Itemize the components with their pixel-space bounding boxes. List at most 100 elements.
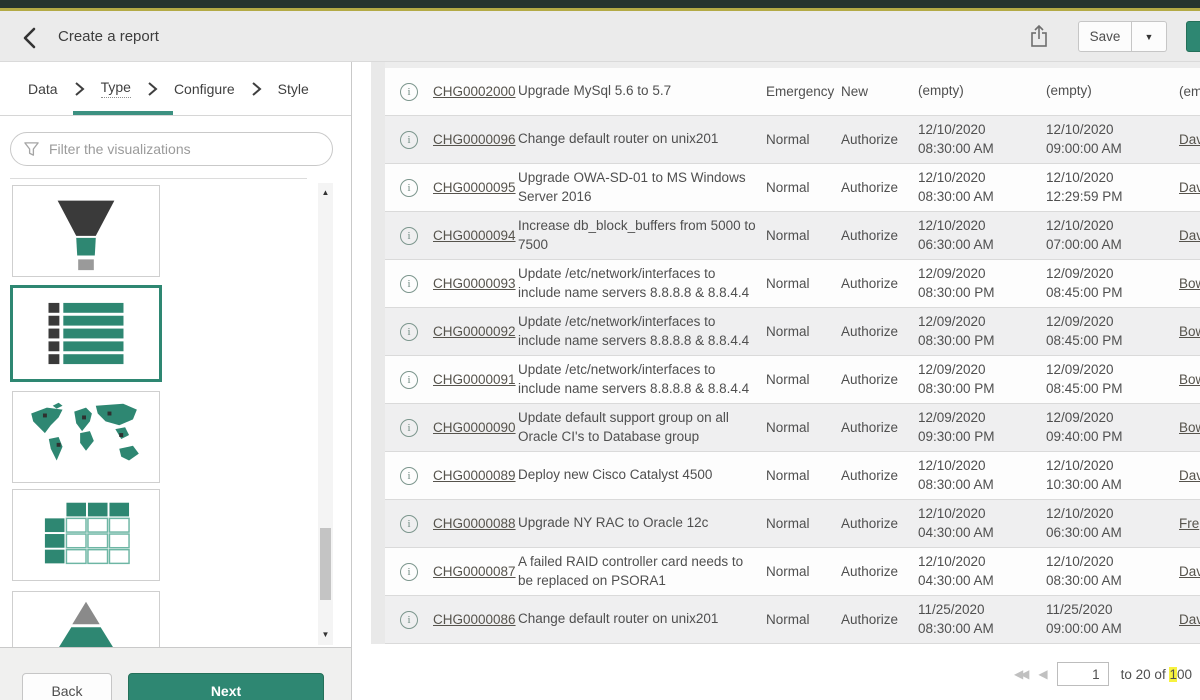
info-icon[interactable]: i	[400, 467, 418, 485]
change-number-link[interactable]: CHG0000087	[433, 564, 516, 579]
first-page-icon[interactable]: ◀◀	[1014, 667, 1026, 681]
planned-end-cell: 12/10/2020 09:00:00 AM	[1046, 121, 1179, 159]
assigned-to-cell[interactable]: Bow	[1179, 324, 1200, 339]
short-description-cell: Change default router on unix201	[518, 610, 766, 629]
pagination-bar: ◀◀ ◀ to 20 of 100	[1014, 660, 1192, 688]
state-cell: Authorize	[841, 324, 918, 339]
short-description-cell: Update default support group on all Orac…	[518, 409, 766, 447]
back-button[interactable]: Back	[22, 673, 112, 700]
state-cell: Authorize	[841, 612, 918, 627]
breadcrumb-step-type[interactable]: Type	[101, 79, 131, 98]
planned-end-cell: 12/09/2020 09:40:00 PM	[1046, 409, 1179, 447]
change-number-link[interactable]: CHG0000090	[433, 420, 516, 435]
priority-cell: Normal	[766, 468, 841, 483]
active-step-underline	[73, 111, 173, 115]
priority-cell: Normal	[766, 516, 841, 531]
change-number-link[interactable]: CHG0000089	[433, 468, 516, 483]
table-row: i CHG0000089 Deploy new Cisco Catalyst 4…	[385, 452, 1200, 500]
info-icon[interactable]: i	[400, 131, 418, 149]
table-row: i CHG0000086 Change default router on un…	[385, 596, 1200, 644]
viz-type-map[interactable]	[12, 391, 160, 483]
info-icon[interactable]: i	[400, 611, 418, 629]
wizard-breadcrumb: Data Type Configure Style	[0, 62, 351, 116]
info-icon[interactable]: i	[400, 563, 418, 581]
change-number-link[interactable]: CHG0000092	[433, 324, 516, 339]
change-number-link[interactable]: CHG0000094	[433, 228, 516, 243]
priority-cell: Normal	[766, 372, 841, 387]
save-split-button: Save ▼	[1078, 21, 1167, 52]
scrollbar-thumb[interactable]	[320, 528, 331, 600]
info-icon[interactable]: i	[400, 515, 418, 533]
back-chevron-icon[interactable]	[18, 25, 44, 51]
viz-list-scrollbar[interactable]: ▲ ▼	[318, 183, 333, 645]
info-icon[interactable]: i	[400, 323, 418, 341]
change-number-link[interactable]: CHG0002000	[433, 84, 516, 99]
info-icon[interactable]: i	[400, 275, 418, 293]
next-button[interactable]: Next	[128, 673, 324, 700]
planned-start-cell: 12/09/2020 09:30:00 PM	[918, 409, 1046, 447]
state-cell: Authorize	[841, 468, 918, 483]
table-row: i CHG0000096 Change default router on un…	[385, 116, 1200, 164]
viz-type-table[interactable]	[12, 489, 160, 581]
breadcrumb-step-configure[interactable]: Configure	[174, 81, 235, 97]
short-description-cell: Upgrade NY RAC to Oracle 12c	[518, 514, 766, 533]
report-preview-table: i CHG0002000 Upgrade MySql 5.6 to 5.7 Em…	[352, 62, 1200, 700]
browser-top-strip	[0, 0, 1200, 11]
assigned-to-cell: (em	[1179, 84, 1200, 99]
table-row: i CHG0000091 Update /etc/network/interfa…	[385, 356, 1200, 404]
state-cell: Authorize	[841, 132, 918, 147]
save-button[interactable]: Save	[1078, 21, 1132, 52]
planned-end-cell: 12/10/2020 12:29:59 PM	[1046, 169, 1179, 207]
assigned-to-cell[interactable]: Dav	[1179, 132, 1200, 147]
highlighted-digit: 1	[1169, 667, 1177, 682]
breadcrumb-step-style[interactable]: Style	[278, 81, 309, 97]
page-number-input[interactable]	[1057, 662, 1109, 686]
planned-end-cell: 12/10/2020 10:30:00 AM	[1046, 457, 1179, 495]
priority-cell: Normal	[766, 564, 841, 579]
table-row: i CHG0000087 A failed RAID controller ca…	[385, 548, 1200, 596]
state-cell: Authorize	[841, 420, 918, 435]
change-number-link[interactable]: CHG0000086	[433, 612, 516, 627]
breadcrumb-step-data[interactable]: Data	[28, 81, 58, 97]
info-icon[interactable]: i	[400, 83, 418, 101]
visualization-filter-box	[10, 132, 333, 166]
previous-page-icon[interactable]: ◀	[1038, 667, 1044, 681]
assigned-to-cell[interactable]: Dav	[1179, 468, 1200, 483]
assigned-to-cell[interactable]: Dav	[1179, 612, 1200, 627]
state-cell: Authorize	[841, 228, 918, 243]
planned-end-cell: (empty)	[1046, 82, 1179, 101]
change-number-link[interactable]: CHG0000091	[433, 372, 516, 387]
table-rows-container: i CHG0002000 Upgrade MySql 5.6 to 5.7 Em…	[385, 68, 1200, 644]
info-icon[interactable]: i	[400, 371, 418, 389]
planned-start-cell: 12/10/2020 06:30:00 AM	[918, 217, 1046, 255]
run-button-partial[interactable]	[1186, 21, 1200, 52]
info-icon[interactable]: i	[400, 179, 418, 197]
change-number-link[interactable]: CHG0000093	[433, 276, 516, 291]
viz-type-list-selected[interactable]	[10, 285, 162, 382]
info-icon[interactable]: i	[400, 419, 418, 437]
viz-type-funnel[interactable]	[12, 185, 160, 277]
planned-start-cell: 12/09/2020 08:30:00 PM	[918, 313, 1046, 351]
share-export-icon[interactable]	[1026, 23, 1052, 51]
assigned-to-cell[interactable]: Bow	[1179, 420, 1200, 435]
change-number-link[interactable]: CHG0000088	[433, 516, 516, 531]
change-number-link[interactable]: CHG0000096	[433, 132, 516, 147]
scroll-down-icon[interactable]: ▼	[318, 627, 333, 643]
priority-cell: Normal	[766, 180, 841, 195]
state-cell: Authorize	[841, 180, 918, 195]
filter-visualizations-input[interactable]	[49, 141, 332, 157]
assigned-to-cell[interactable]: Dav	[1179, 228, 1200, 243]
assigned-to-cell[interactable]: Bow	[1179, 372, 1200, 387]
report-designer-sidebar: Data Type Configure Style	[0, 62, 352, 700]
short-description-cell: Increase db_block_buffers from 5000 to 7…	[518, 217, 766, 255]
list-divider	[10, 178, 307, 179]
assigned-to-cell[interactable]: Dav	[1179, 564, 1200, 579]
info-icon[interactable]: i	[400, 227, 418, 245]
table-row: i CHG0000094 Increase db_block_buffers f…	[385, 212, 1200, 260]
scroll-up-icon[interactable]: ▲	[318, 185, 333, 201]
assigned-to-cell[interactable]: Bow	[1179, 276, 1200, 291]
change-number-link[interactable]: CHG0000095	[433, 180, 516, 195]
save-dropdown-caret-icon[interactable]: ▼	[1132, 21, 1167, 52]
assigned-to-cell[interactable]: Fre	[1179, 516, 1199, 531]
assigned-to-cell[interactable]: Dav	[1179, 180, 1200, 195]
